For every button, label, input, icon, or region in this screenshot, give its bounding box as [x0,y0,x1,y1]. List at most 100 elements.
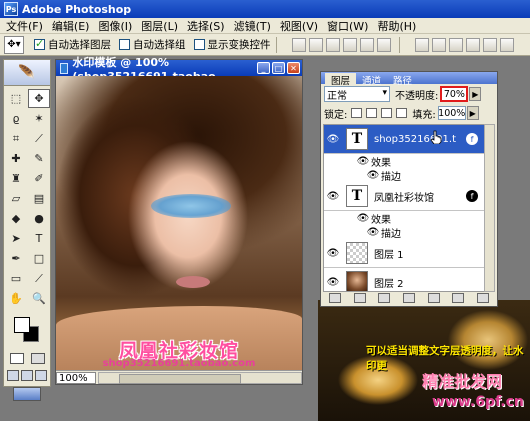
menu-layer[interactable]: 图层(L) [141,18,178,34]
eraser-tool-icon[interactable]: ▱ [5,189,27,208]
add-mask-icon[interactable] [378,293,391,303]
quick-mask-mode-icon[interactable] [30,353,45,364]
visibility-eye-icon[interactable]: 👁 [326,246,340,260]
effect-row[interactable]: 👁 描边 [324,225,484,240]
notes-tool-icon[interactable]: ▭ [5,269,27,288]
link-layers-icon[interactable] [329,293,342,303]
zoom-tool-icon[interactable]: 🔍 [28,289,50,308]
visibility-eye-icon[interactable]: 👁 [357,154,370,168]
lock-all-icon[interactable] [396,108,408,118]
layer-row[interactable]: 👁 T 凤凰社彩妆馆 f [324,182,484,211]
align-left-icon[interactable] [342,37,357,52]
standard-screen-icon[interactable] [7,370,19,381]
distribute-bottom-icon[interactable] [448,37,463,52]
brush-tool-icon[interactable]: ✎ [28,149,50,168]
horizontal-scrollbar[interactable] [98,371,302,384]
standard-mode-icon[interactable] [9,353,24,364]
fill-slider-arrow-icon[interactable]: ▶ [466,106,479,120]
menu-help[interactable]: 帮助(H) [377,18,416,34]
eyedropper-tool-icon[interactable]: ⟋ [28,269,50,288]
distribute-left-icon[interactable] [465,37,480,52]
close-icon[interactable]: ✕ [287,62,300,74]
align-right-icon[interactable] [376,37,391,52]
menu-filter[interactable]: 滤镜(T) [234,18,271,34]
hand-tool-icon[interactable]: ✋ [5,289,27,308]
delete-layer-icon[interactable] [476,293,489,303]
menu-window[interactable]: 窗口(W) [327,18,368,34]
history-brush-tool-icon[interactable]: ✐ [28,169,50,188]
maximize-icon[interactable]: □ [272,62,285,74]
align-hcenter-icon[interactable] [359,37,374,52]
new-group-icon[interactable] [402,293,415,303]
auto-select-layer-checkbox[interactable]: 自动选择图层 [34,37,111,52]
distribute-top-icon[interactable] [414,37,429,52]
blend-mode-select[interactable]: 正常 [324,86,390,102]
lock-transparency-icon[interactable] [351,108,363,118]
healing-brush-tool-icon[interactable]: ✚ [5,149,27,168]
layer-row[interactable]: 👁 图层 2 [324,268,484,291]
effects-row[interactable]: 👁 效果 [324,154,484,169]
blur-tool-icon[interactable]: ◆ [5,209,27,228]
visibility-eye-icon[interactable]: 👁 [326,132,340,146]
distribute-hcenter-icon[interactable] [482,37,497,52]
foreground-color-swatch[interactable] [14,317,30,333]
tab-layers[interactable]: 图层 [325,73,357,87]
lasso-tool-icon[interactable]: ϱ [5,109,27,128]
visibility-eye-icon[interactable]: 👁 [326,189,340,203]
zoom-field[interactable]: 100% [56,371,96,384]
feather-icon[interactable]: 🪶 [4,60,50,86]
visibility-eye-icon[interactable]: 👁 [357,211,370,225]
new-adjustment-layer-icon[interactable] [427,293,440,303]
auto-select-group-checkbox[interactable]: 自动选择组 [119,37,186,52]
menu-select[interactable]: 选择(S) [187,18,225,34]
lock-image-icon[interactable] [366,108,378,118]
pen-tool-icon[interactable]: ✒ [5,249,27,268]
move-tool-preset-icon[interactable]: ✥▾ [4,35,24,54]
align-bottom-icon[interactable] [325,37,340,52]
layer-row[interactable]: 👁 T shop35216691.tao... f [324,125,484,154]
document-canvas[interactable]: 凤凰社彩妆馆 shop35216691.taobao.com [56,76,302,370]
path-selection-tool-icon[interactable]: ➤ [5,229,27,248]
full-screen-menu-icon[interactable] [21,370,33,381]
layer-effects-icon[interactable]: f [466,133,478,145]
new-layer-icon[interactable] [452,293,465,303]
show-transform-controls-checkbox[interactable]: 显示变换控件 [193,37,271,52]
effects-row[interactable]: 👁 效果 [324,211,484,226]
clone-stamp-tool-icon[interactable]: ♜ [5,169,27,188]
move-tool-icon[interactable]: ✥ [28,89,50,108]
tab-channels[interactable]: 通道 [356,73,387,87]
crop-tool-icon[interactable]: ⌗ [5,129,27,148]
visibility-eye-icon[interactable]: 👁 [367,225,380,239]
minimize-icon[interactable]: _ [257,62,270,74]
visibility-eye-icon[interactable]: 👁 [326,275,340,289]
menu-view[interactable]: 视图(V) [280,18,318,34]
distribute-right-icon[interactable] [499,37,514,52]
checkbox-box[interactable] [34,37,45,50]
menu-image[interactable]: 图像(I) [98,18,132,34]
menu-edit[interactable]: 编辑(E) [52,18,90,34]
layers-scrollbar[interactable] [484,124,495,292]
jump-to-imageready-icon[interactable] [13,387,41,401]
marquee-tool-icon[interactable]: ⬚ [5,89,27,108]
opacity-slider-arrow-icon[interactable]: ▶ [469,87,482,101]
slice-tool-icon[interactable]: ⟋ [28,129,50,148]
visibility-eye-icon[interactable]: 👁 [367,168,380,182]
effect-row[interactable]: 👁 描边 [324,168,484,183]
dodge-tool-icon[interactable]: ● [28,209,50,228]
align-top-icon[interactable] [291,37,306,52]
shape-tool-icon[interactable]: □ [28,249,50,268]
full-screen-icon[interactable] [35,370,47,381]
opacity-field[interactable]: 70% [440,86,469,102]
tab-paths[interactable]: 路径 [387,73,418,87]
distribute-vcenter-icon[interactable] [431,37,446,52]
menu-file[interactable]: 文件(F) [6,18,43,34]
lock-position-icon[interactable] [381,108,393,118]
type-tool-icon[interactable]: T [28,229,50,248]
magic-wand-tool-icon[interactable]: ✶ [28,109,50,128]
checkbox-box[interactable] [119,39,130,50]
add-layer-style-icon[interactable] [353,293,366,303]
align-vcenter-icon[interactable] [308,37,323,52]
gradient-tool-icon[interactable]: ▤ [28,189,50,208]
layer-row[interactable]: 👁 图层 1 [324,239,484,268]
checkbox-box[interactable] [193,39,205,50]
